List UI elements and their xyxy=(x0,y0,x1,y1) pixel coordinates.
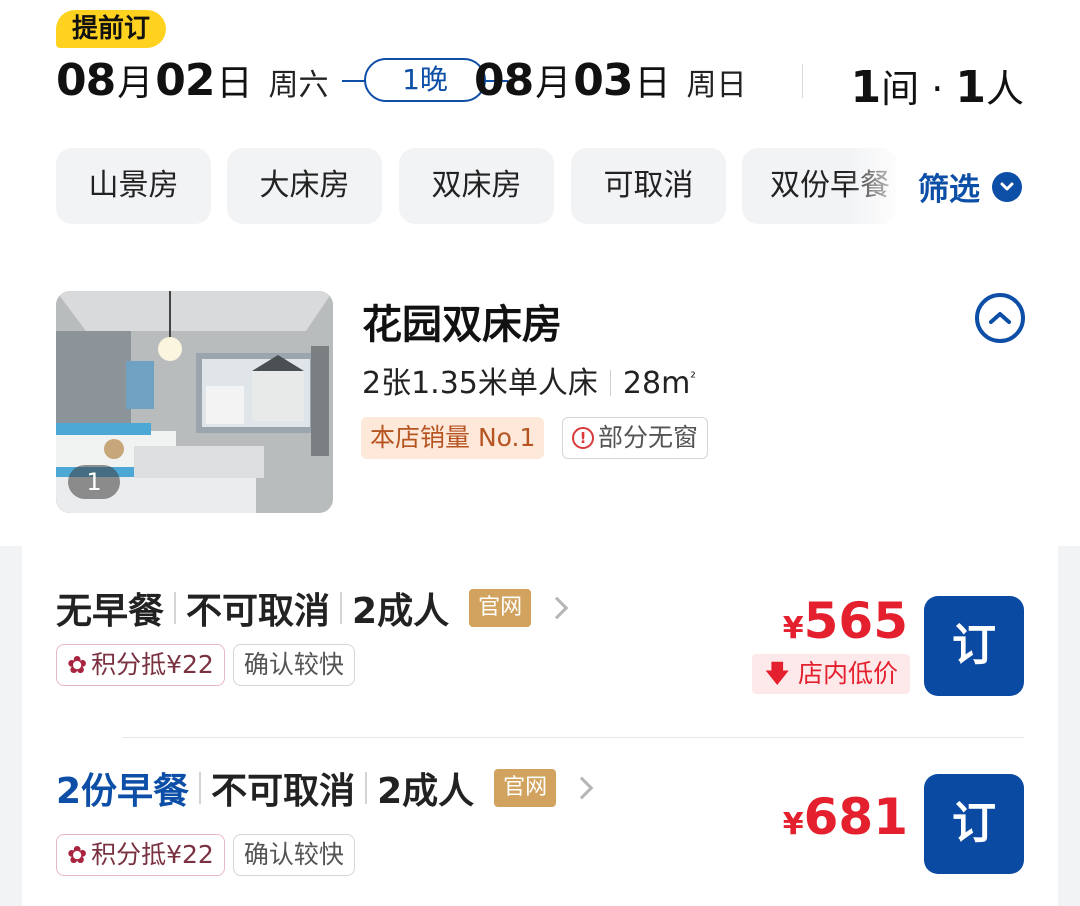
rate-plan-summary[interactable]: 无早餐 不可取消 2成人 官网 xyxy=(56,582,569,634)
checkin-day: 02 xyxy=(155,55,215,106)
official-site-badge: 官网 xyxy=(469,589,532,627)
room-specs: 2张1.35米单人床 28m² xyxy=(362,358,696,402)
points-label: 积分抵¥22 xyxy=(91,650,214,679)
fast-confirm-tag: 确认较快 xyxy=(232,644,355,686)
room-photo[interactable]: 1 xyxy=(56,291,333,513)
points-tag: ✿ 积分抵¥22 xyxy=(56,644,225,686)
rooms-guests-selector[interactable]: 1间 · 1人 xyxy=(850,58,1024,113)
rate-plan-list: 无早餐 不可取消 2成人 官网 ✿ 积分抵¥22 确认较快 ¥565 🡇 店内低价… xyxy=(22,546,1058,906)
rate-divider-bar xyxy=(340,592,343,624)
currency-symbol: ¥ xyxy=(782,611,804,646)
rate-divider-bar xyxy=(365,772,368,804)
points-label: 积分抵¥22 xyxy=(91,840,214,869)
down-arrow-icon: 🡇 xyxy=(764,659,791,688)
chevron-right-icon xyxy=(570,776,594,800)
alert-circle-icon: ! xyxy=(572,427,594,449)
flower-icon: ✿ xyxy=(67,651,88,679)
room-area: 28m xyxy=(622,366,691,401)
rate-divider-bar xyxy=(199,772,202,804)
room-title: 花园双床房 xyxy=(362,302,562,348)
rooms-unit: 间 xyxy=(881,67,920,111)
window-info-label: 部分无窗 xyxy=(598,423,699,452)
checkout-month: 08 xyxy=(474,55,534,106)
fast-confirm-tag: 确认较快 xyxy=(232,834,355,876)
rate-plan[interactable]: 无早餐 不可取消 2成人 官网 ✿ 积分抵¥22 确认较快 ¥565 🡇 店内低价… xyxy=(22,546,1058,726)
book-button[interactable]: 订 xyxy=(924,774,1024,874)
currency-symbol: ¥ xyxy=(782,807,804,842)
advance-booking-badge: 提前订 xyxy=(56,10,167,48)
chevron-right-icon xyxy=(545,596,569,620)
checkout-month-unit: 月 xyxy=(535,63,572,104)
room-area-unit-superscript: ² xyxy=(690,370,696,386)
window-info-tag: ! 部分无窗 xyxy=(562,417,709,459)
book-button[interactable]: 订 xyxy=(924,596,1024,696)
specs-divider xyxy=(609,370,611,396)
checkin-day-unit: 日 xyxy=(216,63,253,104)
nights-line-left xyxy=(342,80,366,82)
rate-plan-summary[interactable]: 2份早餐 不可取消 2成人 官网 xyxy=(56,762,594,814)
checkout-date[interactable]: 08 月 03 日 周日 xyxy=(474,54,747,114)
quick-filter-bar: 山景房 大床房 双床房 可取消 双份早餐 筛选 xyxy=(56,148,1080,226)
checkin-month: 08 xyxy=(56,55,116,106)
chevron-up-icon xyxy=(989,312,1011,324)
filter-button-label: 筛选 xyxy=(918,172,980,208)
cancel-policy: 不可取消 xyxy=(211,771,356,812)
sales-rank-tag: 本店销量 No.1 xyxy=(361,417,545,459)
official-site-badge: 官网 xyxy=(494,769,557,807)
header-divider xyxy=(802,64,803,98)
checkin-month-unit: 月 xyxy=(117,63,154,104)
collapse-room-button[interactable] xyxy=(975,293,1025,343)
cancel-policy: 不可取消 xyxy=(186,591,331,632)
filter-chip[interactable]: 双床房 xyxy=(399,148,554,224)
photo-count-badge: 1 xyxy=(68,465,120,499)
rate-plan[interactable]: 2份早餐 不可取消 2成人 官网 ✿ 积分抵¥22 确认较快 ¥681 订 xyxy=(22,736,1058,906)
guests-unit: 人 xyxy=(985,67,1024,111)
room-beds: 2张1.35米单人床 xyxy=(362,366,598,401)
meal-plan: 2份早餐 xyxy=(56,771,190,812)
meal-plan: 无早餐 xyxy=(56,591,165,632)
rate-divider-bar xyxy=(174,592,177,624)
filter-chip[interactable]: 可取消 xyxy=(571,148,726,224)
filter-button[interactable]: 筛选 xyxy=(918,164,1022,209)
rooms-count: 1 xyxy=(850,62,882,113)
nights-count: 1晚 xyxy=(364,58,486,102)
rate-tags: ✿ 积分抵¥22 确认较快 xyxy=(56,644,363,686)
low-price-label: 店内低价 xyxy=(797,659,898,688)
guests-count: 1 xyxy=(955,62,986,113)
checkin-weekday: 周六 xyxy=(268,68,329,103)
low-price-badge: 🡇 店内低价 xyxy=(752,654,910,694)
checkout-day: 03 xyxy=(573,55,633,106)
filter-chip[interactable]: 山景房 xyxy=(56,148,211,224)
points-tag: ✿ 积分抵¥22 xyxy=(56,834,225,876)
rate-price: ¥681 xyxy=(783,788,908,846)
date-selector[interactable]: 08 月 02 日 周六 1晚 08 月 03 日 周日 1间 · 1人 xyxy=(56,52,1026,114)
rooms-guests-separator: · xyxy=(919,67,956,111)
checkin-date[interactable]: 08 月 02 日 周六 xyxy=(56,54,329,114)
chevron-down-icon xyxy=(992,171,1022,202)
filter-chip[interactable]: 大床房 xyxy=(227,148,382,224)
checkout-day-unit: 日 xyxy=(634,63,671,104)
price-amount: 681 xyxy=(803,788,908,846)
occupancy: 2成人 xyxy=(352,591,450,632)
flower-icon: ✿ xyxy=(67,841,88,869)
rate-tags: ✿ 积分抵¥22 确认较快 xyxy=(56,834,363,876)
price-amount: 565 xyxy=(803,592,908,650)
occupancy: 2成人 xyxy=(377,771,475,812)
checkout-weekday: 周日 xyxy=(686,68,747,103)
rate-price: ¥565 xyxy=(783,592,908,650)
